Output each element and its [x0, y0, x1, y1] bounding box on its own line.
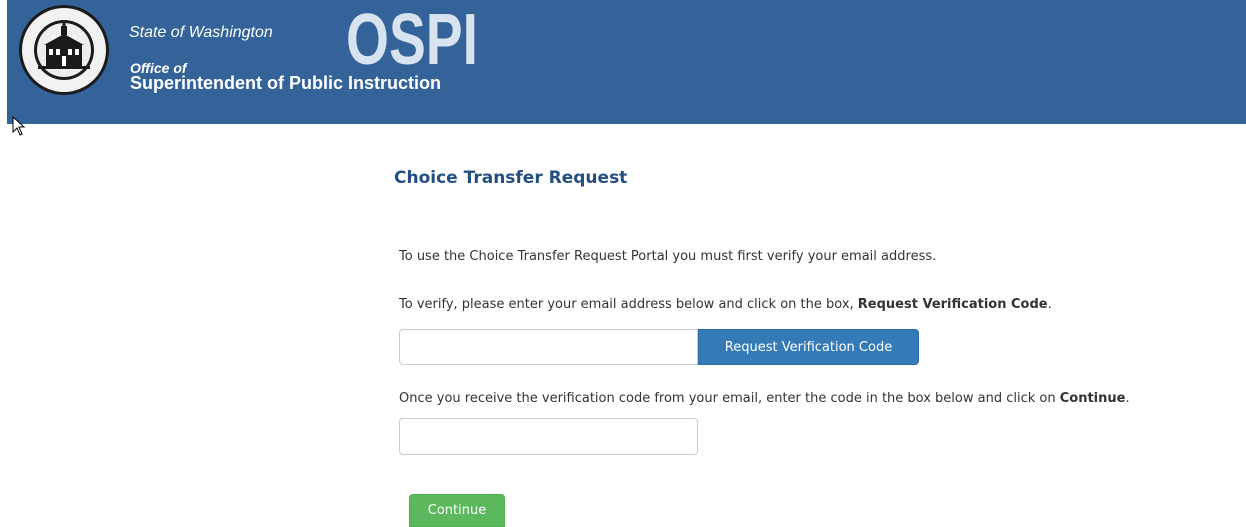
request-verification-code-button[interactable]: Request Verification Code	[698, 329, 919, 365]
code-suffix: .	[1125, 391, 1130, 406]
intro-text: To use the Choice Transfer Request Porta…	[399, 249, 937, 264]
verify-instructions: To verify, please enter your email addre…	[399, 297, 1052, 312]
code-prefix: Once you receive the verification code f…	[399, 391, 1060, 406]
email-input[interactable]	[399, 329, 698, 365]
code-instructions: Once you receive the verification code f…	[399, 391, 1130, 406]
page-title: Choice Transfer Request	[394, 168, 628, 188]
state-label: State of Washington	[129, 24, 273, 41]
verify-bold: Request Verification Code	[857, 297, 1048, 312]
verification-code-input[interactable]	[399, 418, 698, 455]
ospi-logo-text: OSPI	[346, 6, 478, 66]
agency-name: Superintendent of Public Instruction	[130, 73, 442, 93]
mouse-pointer-icon	[12, 116, 26, 136]
ospi-seal-icon	[19, 5, 109, 95]
code-bold: Continue	[1059, 391, 1126, 406]
verify-suffix: .	[1047, 297, 1052, 312]
verify-prefix: To verify, please enter your email addre…	[399, 297, 858, 312]
site-header: State of Washington OSPI Office of Super…	[7, 0, 1246, 124]
ospi-logo: OSPI	[346, 6, 478, 66]
continue-button[interactable]: Continue	[409, 494, 505, 527]
